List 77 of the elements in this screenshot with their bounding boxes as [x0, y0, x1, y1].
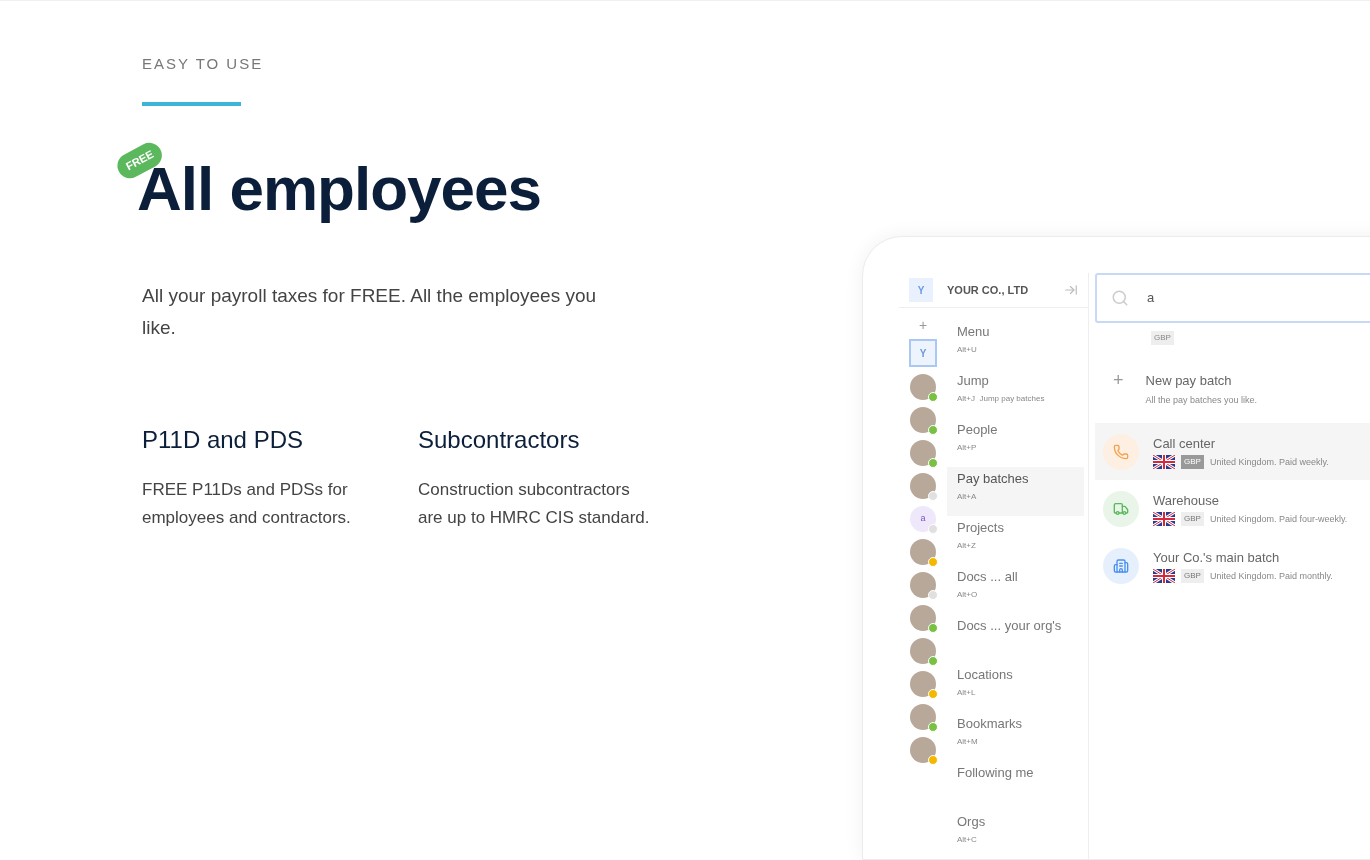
new-item[interactable]: + New pay batch All the pay batches you like. — [1095, 371, 1370, 423]
currency-tag: GBP — [1151, 331, 1174, 345]
result-title: Your Co.'s main batch — [1153, 548, 1281, 567]
currency-tag: GBP — [1181, 569, 1204, 584]
workspace-button[interactable]: Y — [909, 339, 937, 367]
shortcut-hint: Alt+J Jump pay batches — [957, 392, 1046, 405]
menu-item[interactable]: Docs ... all Alt+O — [947, 565, 1084, 614]
menu-label: Pay batches — [957, 470, 1030, 488]
search-field[interactable]: a — [1095, 273, 1370, 323]
avatar[interactable] — [910, 440, 936, 466]
shortcut-hint: Alt+O — [957, 588, 979, 601]
menu-item[interactable]: Following me — [947, 761, 1084, 810]
add-button[interactable]: + — [918, 318, 928, 332]
menu-item[interactable]: Docs ... your org's — [947, 614, 1084, 663]
feature-text: Construction subcontractors are up to HMRC CIS standard. — [418, 478, 650, 529]
menu-item[interactable]: Orgs Alt+C — [947, 810, 1084, 859]
menu-label: Jump — [957, 372, 990, 390]
menu-label: Bookmarks — [957, 715, 1024, 733]
collapse-icon[interactable] — [1064, 283, 1078, 297]
new-item-title: New pay batch — [1145, 372, 1233, 390]
menu-item[interactable]: People Alt+P — [947, 418, 1084, 467]
shortcut-hint: Alt+Z — [957, 539, 977, 552]
shortcut-hint: Alt+P — [957, 441, 978, 454]
result-title: Warehouse — [1153, 491, 1220, 510]
avatar[interactable] — [910, 407, 936, 433]
avatar[interactable] — [910, 572, 936, 598]
currency-tag: GBP — [1181, 512, 1204, 527]
menu-label: Orgs — [957, 813, 987, 831]
menu-label: Projects — [957, 519, 1005, 537]
result-item[interactable]: Call center GBP United Kingdom. Paid weekly. — [1095, 423, 1370, 480]
avatar[interactable] — [910, 473, 936, 499]
avatar[interactable] — [910, 704, 936, 730]
shortcut-hint: Alt+L — [957, 686, 977, 699]
shortcut-hint: Alt+A — [957, 490, 978, 503]
avatar[interactable] — [910, 539, 936, 565]
feature-title: Subcontractors — [418, 424, 581, 455]
flag-icon — [1153, 569, 1175, 584]
flag-icon — [1153, 512, 1175, 527]
flag-icon — [1153, 455, 1175, 470]
shortcut-hint: Alt+M — [957, 735, 979, 748]
shortcut-hint: Alt+C — [957, 833, 978, 846]
currency-tag: GBP — [1181, 455, 1204, 470]
org-name: YOUR CO., LTD — [947, 282, 1030, 298]
feature-title: P11D and PDS — [142, 424, 304, 455]
result-detail: United Kingdom. Paid weekly. — [1209, 455, 1329, 469]
feature-text: FREE P11Ds and PDSs for employees and contractors. — [142, 478, 352, 529]
menu-item[interactable]: Projects Alt+Z — [947, 516, 1084, 565]
menu-label: Locations — [957, 666, 1014, 684]
result-item[interactable]: Your Co.'s main batch GBP United Kingdom. Paid monthly. — [1095, 537, 1370, 594]
avatar[interactable]: a — [910, 506, 936, 532]
result-detail: United Kingdom. Paid monthly. — [1209, 569, 1333, 583]
menu-label: Docs ... all — [957, 568, 1019, 586]
menu-item[interactable]: Jump Alt+J Jump pay batches — [947, 369, 1084, 418]
avatar[interactable] — [910, 605, 936, 631]
result-title: Call center — [1153, 434, 1217, 453]
add-icon: + — [1113, 371, 1124, 389]
avatar[interactable] — [910, 671, 936, 697]
new-item-subtitle: All the pay batches you like. — [1145, 393, 1258, 407]
org-logo: Y — [909, 278, 933, 302]
menu-label: People — [957, 421, 999, 439]
search-value: a — [1147, 289, 1155, 308]
menu-item[interactable]: Bookmarks Alt+M — [947, 712, 1084, 761]
eyebrow-label: EASY TO USE — [142, 54, 265, 74]
menu-item[interactable]: Pay batches Alt+A — [947, 467, 1084, 516]
menu-label: Following me — [957, 764, 1035, 782]
avatar[interactable] — [910, 737, 936, 763]
intro-text: All your payroll taxes for FREE. All the employees you like. — [142, 283, 598, 340]
menu-item[interactable]: Menu Alt+U — [947, 320, 1084, 369]
menu-label: Docs ... your org's — [957, 617, 1063, 635]
menu-label: Menu — [957, 323, 991, 341]
result-item[interactable]: Warehouse GBP United Kingdom. Paid four-weekly. — [1095, 480, 1370, 537]
menu-item[interactable]: Locations Alt+L — [947, 663, 1084, 712]
avatar[interactable] — [910, 374, 936, 400]
search-icon — [1111, 289, 1129, 307]
shortcut-hint: Alt+U — [957, 343, 978, 356]
result-detail: United Kingdom. Paid four-weekly. — [1209, 512, 1348, 526]
avatar[interactable] — [910, 638, 936, 664]
